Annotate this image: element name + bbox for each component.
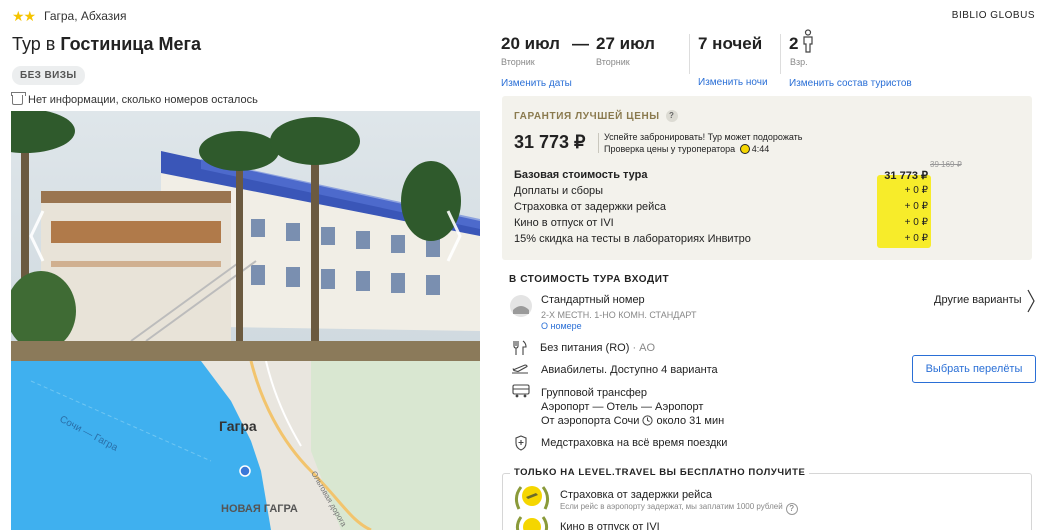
clock-icon (642, 415, 654, 426)
nights-count: 7 ночей (698, 34, 763, 53)
choose-flights-button[interactable]: Выбрать перелёты (912, 355, 1036, 383)
laurel-badge-icon (514, 486, 550, 510)
change-nights-link[interactable]: Изменить ночи (698, 77, 768, 88)
room-thumbnail-icon (510, 295, 532, 317)
price-line-value: + 0 ₽ (904, 185, 928, 196)
day-to: Вторник (596, 57, 630, 67)
price-line-label: Кино в отпуск от IVI (514, 217, 614, 229)
price-line-value: + 0 ₽ (904, 233, 928, 244)
date-to: 27 июл (596, 34, 655, 53)
flights-info: Авиабилеты. Доступно 4 варианта (541, 364, 718, 376)
map-district-label: НОВАЯ ГАГРА (221, 503, 298, 515)
transfer-duration: От аэропорта Сочи около 31 мин (541, 415, 724, 427)
timer-icon (739, 144, 750, 154)
visa-badge: БЕЗ ВИЗЫ (12, 66, 85, 85)
bonus-item-title: Страховка от задержки рейса (560, 489, 712, 501)
transfer-title: Групповой трансфер (541, 387, 648, 399)
bonus-item-title: Кино в отпуск от IVI (560, 521, 660, 530)
price-line-label: Страховка от задержки рейса (514, 201, 666, 213)
meal-plan: Без питания (RO) · AO (540, 342, 655, 354)
transfer-from: От аэропорта Сочи (541, 415, 640, 427)
price-timer: 4:44 (751, 144, 770, 154)
hotel-photo (11, 111, 480, 361)
room-name: Стандартный номер (541, 294, 645, 306)
transfer-route: Аэропорт — Отель — Аэропорт (541, 401, 704, 413)
price-line-value: + 0 ₽ (904, 201, 928, 212)
meal-plan-name: Без питания (RO) (540, 342, 630, 354)
rooms-info-text: Нет информации, сколько номеров осталось (28, 94, 258, 106)
medical-insurance: Медстраховка на всё время поездки (541, 437, 728, 449)
help-icon[interactable]: ? (665, 110, 678, 122)
hotel-name: Гостиница Мега (60, 34, 202, 54)
transfer-time: около 31 мин (656, 415, 725, 427)
bonus-item-desc-text: Если рейс в аэропорту задержат, мы запла… (560, 502, 783, 511)
divider (780, 34, 781, 74)
chevron-right-icon[interactable] (1026, 288, 1036, 314)
bonus-item-desc: Если рейс в аэропорту задержат, мы запла… (560, 502, 798, 515)
meal-code: · AO (632, 342, 656, 354)
price-line-label: Базовая стоимость тура (514, 169, 648, 181)
included-heading: В СТОИМОСТЬ ТУРА ВХОДИТ (509, 274, 670, 285)
date-from: 20 июл (501, 34, 560, 53)
room-details-link[interactable]: О номере (541, 321, 582, 331)
tourists-sub: Взр. (790, 57, 808, 67)
other-options-link[interactable]: Другие варианты (934, 294, 1022, 306)
tour-price: 31 773 ₽ (514, 132, 586, 152)
operator-brand: BIBLIO GLOBUS (951, 10, 1035, 21)
tourists-count: 2 (789, 34, 799, 53)
old-price: 39 169 ₽ (930, 160, 962, 169)
meal-icon (513, 340, 527, 355)
change-tourists-link[interactable]: Изменить состав туристов (789, 78, 912, 89)
hotel-location: Гагра, Абхазия (44, 9, 127, 23)
map-city-label: Гагра (219, 418, 257, 434)
box-icon (11, 92, 26, 105)
guarantee-title-text: ГАРАНТИЯ ЛУЧШЕЙ ЦЕНЫ (514, 110, 660, 122)
date-dash: — (572, 34, 589, 53)
hotel-photo-gallery[interactable] (11, 111, 480, 361)
hotel-stars: ★★ (12, 8, 36, 24)
title-prefix: Тур в (12, 34, 61, 54)
price-line-value: 31 773 ₽ (884, 170, 928, 182)
change-dates-link[interactable]: Изменить даты (501, 78, 572, 89)
hotel-map[interactable]: Сочи — Гагра Гагра НОВАЯ ГАГРА Ольговая … (11, 361, 480, 530)
price-line-label: 15% скидка на тесты в лабораториях Инвит… (514, 233, 751, 245)
guarantee-title: ГАРАНТИЯ ЛУЧШЕЙ ЦЕНЫ ? (514, 110, 678, 122)
price-line-value: + 0 ₽ (904, 217, 928, 228)
best-price-guarantee: ГАРАНТИЯ ЛУЧШЕЙ ЦЕНЫ ? 31 773 ₽ Успейте … (502, 96, 1032, 260)
price-note-line2: Проверка цены у туроператора (604, 144, 736, 154)
divider (689, 34, 690, 74)
divider (598, 133, 599, 153)
map-canvas: Сочи — Гагра Гагра НОВАЯ ГАГРА Ольговая … (11, 361, 480, 530)
page-title: Тур в Гостиница Мега (12, 34, 201, 55)
price-note-line1: Успейте забронировать! Тур может подорож… (604, 132, 803, 142)
price-note-line2-row: Проверка цены у туроператора 4:44 (604, 143, 802, 155)
shield-icon (515, 435, 527, 451)
laurel-badge-icon (515, 516, 549, 530)
bus-icon (512, 384, 530, 398)
bonus-heading: ТОЛЬКО НА LEVEL.TRAVEL ВЫ БЕСПЛАТНО ПОЛУ… (510, 467, 810, 478)
price-note: Успейте забронировать! Тур может подорож… (604, 131, 802, 155)
rooms-info: Нет информации, сколько номеров осталось (11, 92, 258, 106)
price-line-label: Доплаты и сборы (514, 185, 604, 197)
adult-person-icon (803, 29, 813, 53)
plane-icon (512, 364, 528, 374)
day-from: Вторник (501, 57, 535, 67)
info-icon[interactable]: ? (785, 503, 798, 515)
room-desc: 2-Х МЕСТН. 1-НО КОМН. СТАНДАРТ (541, 310, 697, 320)
